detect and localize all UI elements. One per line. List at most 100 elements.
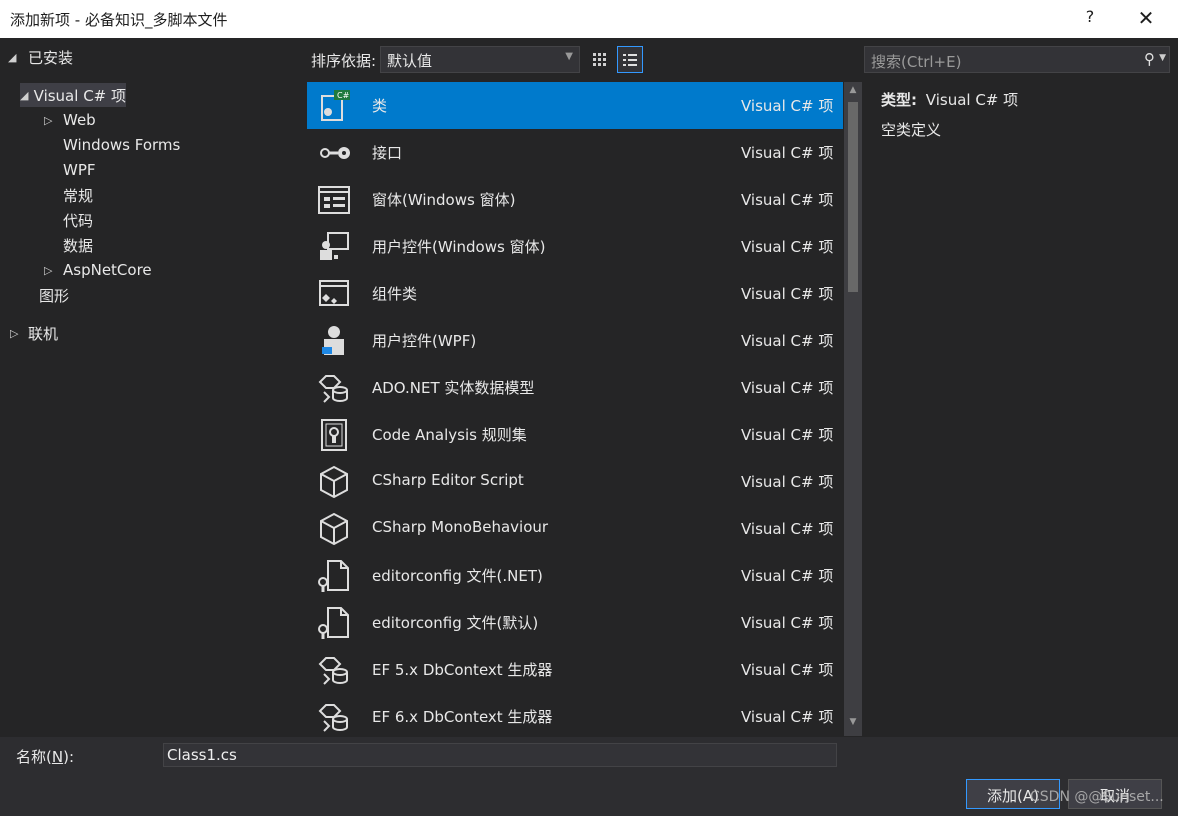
file-name-input[interactable]: Class1.cs [163, 743, 837, 767]
tree-item-data[interactable]: 数据 [63, 233, 93, 257]
template-name: 用户控件(Windows 窗体) [372, 238, 546, 256]
template-name: editorconfig 文件(默认) [372, 614, 539, 632]
tree-item-label: 图形 [39, 286, 70, 305]
template-kind: Visual C# 项 [741, 97, 834, 115]
grid-view-button[interactable] [587, 46, 613, 73]
list-item[interactable]: 用户控件(WPF) Visual C# 项 [307, 317, 843, 364]
name-label-prefix: 名称( [16, 748, 52, 766]
list-item[interactable]: EF 6.x DbContext 生成器 Visual C# 项 [307, 693, 843, 736]
tree-item-aspnetcore[interactable]: AspNetCore [44, 258, 152, 282]
list-item[interactable]: 接口 Visual C# 项 [307, 129, 843, 176]
tree-item-label: Windows Forms [63, 136, 181, 154]
template-kind: Visual C# 项 [741, 661, 834, 679]
template-kind: Visual C# 项 [741, 332, 834, 350]
template-name: 组件类 [372, 285, 418, 303]
class-icon: C# [315, 87, 353, 125]
template-list[interactable]: C# 类 Visual C# 项 接口 Visual C# 项 窗体(Windo… [307, 82, 843, 736]
template-name: 用户控件(WPF) [372, 332, 477, 350]
tree-installed-header[interactable]: 已安装 [8, 46, 73, 68]
scroll-up-arrow-icon[interactable]: ▲ [844, 85, 862, 101]
template-name: ADO.NET 实体数据模型 [372, 379, 535, 397]
template-name: EF 5.x DbContext 生成器 [372, 661, 553, 679]
list-item[interactable]: 用户控件(Windows 窗体) Visual C# 项 [307, 223, 843, 270]
window-title: 添加新项 - 必备知识_多脚本文件 [10, 11, 228, 29]
list-item[interactable]: editorconfig 文件(默认) Visual C# 项 [307, 599, 843, 646]
tree-item-label: Visual C# 项 [33, 86, 126, 105]
expand-arrow-icon [20, 89, 29, 102]
config-file-icon [315, 557, 353, 595]
close-button[interactable]: ✕ [1128, 6, 1164, 32]
form-icon [315, 181, 353, 219]
collapse-arrow-icon [44, 114, 58, 127]
cube-icon [315, 510, 353, 548]
template-kind: Visual C# 项 [741, 285, 834, 303]
template-kind: Visual C# 项 [741, 238, 834, 256]
list-item[interactable]: 窗体(Windows 窗体) Visual C# 项 [307, 176, 843, 223]
tree-item-code[interactable]: 代码 [63, 208, 93, 232]
tree-item-label: Web [63, 111, 96, 129]
user-control-icon [315, 228, 353, 266]
list-item[interactable]: CSharp Editor Script Visual C# 项 [307, 458, 843, 505]
list-item[interactable]: C# 类 Visual C# 项 [307, 82, 843, 129]
template-kind: Visual C# 项 [741, 191, 834, 209]
list-item[interactable]: Code Analysis 规则集 Visual C# 项 [307, 411, 843, 458]
tree-item-label: 代码 [63, 211, 94, 230]
tree-item-label: 数据 [63, 236, 94, 255]
name-label: 名称(N): [16, 746, 74, 767]
tree-item-label: AspNetCore [63, 261, 152, 279]
template-kind: Visual C# 项 [741, 614, 834, 632]
search-icon[interactable]: ⚲ [1144, 50, 1155, 68]
sort-label: 排序依据: [311, 52, 377, 70]
tree-item-web[interactable]: Web [44, 108, 96, 132]
list-scrollbar[interactable]: ▲ ▼ [844, 82, 862, 736]
template-name: CSharp Editor Script [372, 471, 524, 489]
scroll-down-arrow-icon[interactable]: ▼ [844, 717, 862, 733]
tree-item-general[interactable]: 常规 [63, 183, 93, 207]
tree-item-wpf[interactable]: WPF [63, 158, 96, 182]
wpf-user-control-icon [315, 322, 353, 360]
list-item[interactable]: ADO.NET 实体数据模型 Visual C# 项 [307, 364, 843, 411]
details-type: 类型: Visual C# 项 [881, 89, 1018, 110]
entity-model-icon [315, 651, 353, 689]
watermark: CSDN @@Sunset... [1030, 789, 1164, 805]
sort-dropdown[interactable]: 默认值 ▼ [380, 46, 580, 73]
tree-item-online[interactable]: 联机 [10, 321, 58, 345]
list-item[interactable]: 组件类 Visual C# 项 [307, 270, 843, 317]
svg-text:C#: C# [337, 91, 350, 100]
template-kind: Visual C# 项 [741, 379, 834, 397]
collapse-arrow-icon [10, 327, 24, 340]
details-type-value: Visual C# 项 [925, 91, 1019, 109]
template-name: CSharp MonoBehaviour [372, 518, 549, 536]
search-placeholder: 搜索(Ctrl+E) [871, 53, 962, 71]
search-options-caret-icon[interactable]: ▼ [1159, 53, 1166, 63]
template-kind: Visual C# 项 [741, 473, 834, 491]
sort-value: 默认值 [387, 52, 433, 70]
list-item[interactable]: CSharp MonoBehaviour Visual C# 项 [307, 505, 843, 552]
tree-item-graphics[interactable]: 图形 [39, 283, 69, 307]
tree-item-label: WPF [63, 161, 96, 179]
expand-arrow-icon [8, 51, 22, 64]
details-description: 空类定义 [881, 121, 942, 139]
list-item[interactable]: EF 5.x DbContext 生成器 Visual C# 项 [307, 646, 843, 693]
name-label-suffix: ): [63, 748, 74, 766]
template-kind: Visual C# 项 [741, 708, 834, 726]
tree-item-windows-forms[interactable]: Windows Forms [63, 133, 180, 157]
tree-item-label: 联机 [28, 324, 59, 343]
template-kind: Visual C# 项 [741, 144, 834, 162]
template-name: 接口 [372, 144, 403, 162]
name-label-accesskey: N [51, 748, 64, 766]
template-name: Code Analysis 规则集 [372, 426, 527, 444]
list-item[interactable]: editorconfig 文件(.NET) Visual C# 项 [307, 552, 843, 599]
interface-icon [315, 134, 353, 172]
scrollbar-thumb[interactable] [848, 102, 858, 292]
template-kind: Visual C# 项 [741, 567, 834, 585]
entity-model-icon [315, 698, 353, 736]
template-name: EF 6.x DbContext 生成器 [372, 708, 553, 726]
tree-item-label: 常规 [63, 186, 94, 205]
grid-view-icon [593, 52, 606, 66]
search-input[interactable]: 搜索(Ctrl+E) ⚲ ▼ [864, 46, 1170, 73]
list-view-button[interactable] [617, 46, 643, 73]
tree-item-visual-csharp[interactable]: Visual C# 项 [20, 83, 126, 107]
help-button[interactable]: ? [1080, 7, 1100, 31]
template-name: 窗体(Windows 窗体) [372, 191, 516, 209]
